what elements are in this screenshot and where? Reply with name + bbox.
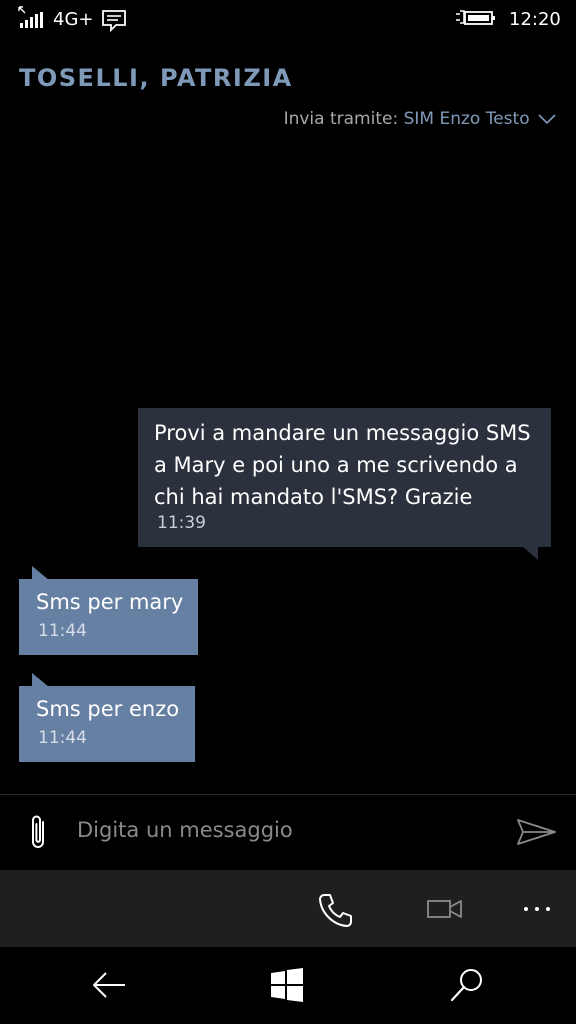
more-button[interactable]: ... (522, 894, 552, 914)
message-text: Sms per enzo (36, 697, 180, 721)
composer-divider (0, 794, 576, 795)
message-time: 11:44 (38, 621, 87, 641)
sim-selection: SIM Enzo Testo (403, 109, 530, 129)
bubble-tail (522, 546, 538, 560)
bubble-tail (32, 673, 49, 687)
status-bar: 4G+ 12:20 (0, 0, 576, 40)
navigation-bar (0, 947, 576, 1024)
search-icon[interactable] (449, 967, 485, 1003)
message-input[interactable]: Digita un messaggio (77, 818, 293, 842)
message-bubble-outgoing[interactable]: Provi a mandare un messaggio SMS a Mary … (138, 408, 551, 560)
contact-name: TOSELLI, PATRIZIA (19, 64, 293, 92)
video-call-icon[interactable] (427, 899, 463, 919)
send-icon[interactable] (517, 819, 557, 845)
attach-icon[interactable] (28, 814, 50, 852)
windows-start-icon[interactable] (270, 968, 304, 1002)
signal-icon (20, 12, 43, 28)
message-text: Sms per mary (36, 590, 184, 614)
message-notification-icon (102, 10, 126, 32)
message-text-line: a Mary e poi uno a me scrivendo a (154, 453, 518, 477)
message-time: 11:44 (38, 728, 87, 748)
clock: 12:20 (509, 9, 561, 30)
app-bar: ... (0, 870, 576, 947)
message-text-line: Provi a mandare un messaggio SMS (154, 421, 531, 445)
send-via-label: Invia tramite: (283, 109, 399, 129)
message-time: 11:39 (157, 513, 206, 533)
message-bubble-incoming[interactable]: Sms per mary 11:44 (19, 566, 198, 655)
bubble-tail (32, 566, 49, 580)
message-text-line: chi hai mandato l'SMS? Grazie (154, 485, 473, 509)
send-via-selector[interactable]: Invia tramite: SIM Enzo Testo (284, 109, 556, 129)
phone-call-icon[interactable] (318, 892, 354, 928)
network-type: 4G+ (53, 9, 94, 30)
back-icon[interactable] (91, 970, 127, 1000)
chevron-down-icon (538, 114, 556, 125)
battery-charging-icon (456, 10, 495, 25)
message-bubble-incoming[interactable]: Sms per enzo 11:44 (19, 673, 195, 762)
